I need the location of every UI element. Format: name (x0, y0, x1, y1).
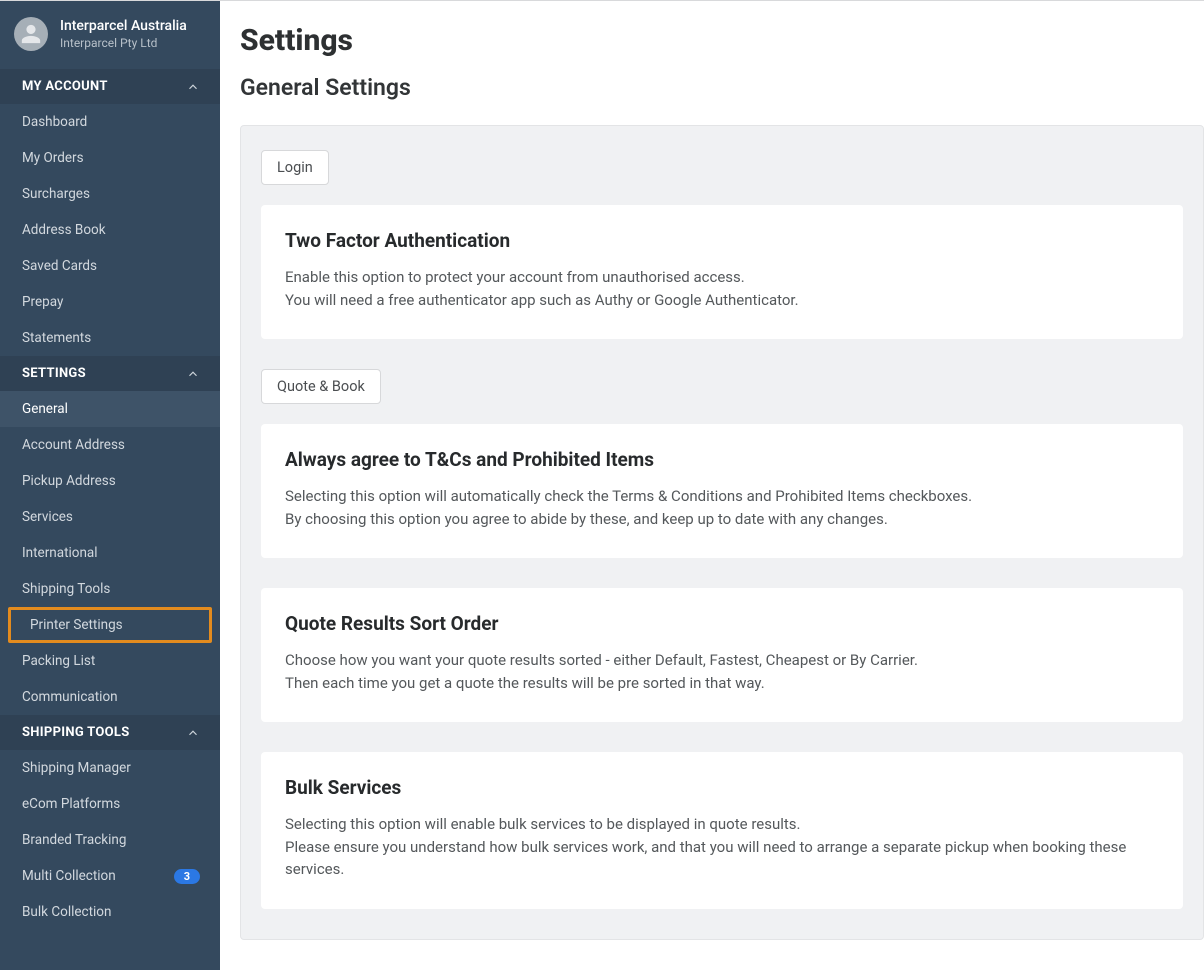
card-title: Bulk Services (285, 776, 1159, 799)
count-badge: 3 (174, 869, 200, 884)
card-text: Selecting this option will enable bulk s… (285, 813, 1159, 836)
sidebar-item-label: My Orders (22, 150, 84, 166)
sidebar-item-branded-tracking[interactable]: Branded Tracking (0, 822, 220, 858)
sidebar-item-bulk-collection[interactable]: Bulk Collection (0, 894, 220, 930)
card-text: Selecting this option will automatically… (285, 485, 1159, 508)
sidebar-item-label: Communication (22, 689, 118, 705)
sidebar-item-account-address[interactable]: Account Address (0, 427, 220, 463)
card-two-factor: Two Factor Authentication Enable this op… (261, 205, 1183, 339)
user-icon (20, 23, 42, 45)
profile-block[interactable]: Interparcel Australia Interparcel Pty Lt… (0, 1, 220, 69)
sidebar-item-label: Statements (22, 330, 91, 346)
sidebar-item-label: Address Book (22, 222, 106, 238)
sidebar-item-communication[interactable]: Communication (0, 679, 220, 715)
chevron-up-icon (186, 80, 200, 94)
sidebar-item-label: Saved Cards (22, 258, 97, 274)
sidebar-item-shipping-tools[interactable]: Shipping Tools (0, 571, 220, 607)
sidebar-item-label: Prepay (22, 294, 63, 310)
sidebar-item-label: Account Address (22, 437, 125, 453)
sidebar-item-label: Branded Tracking (22, 832, 126, 848)
sidebar-section-my-account[interactable]: MY ACCOUNT (0, 69, 220, 104)
sidebar-item-label: Pickup Address (22, 473, 116, 489)
card-text: Please ensure you understand how bulk se… (285, 836, 1159, 881)
sidebar-item-label: International (22, 545, 98, 561)
sidebar-item-label: eCom Platforms (22, 796, 120, 812)
sidebar-item-statements[interactable]: Statements (0, 320, 220, 356)
sidebar-section-shipping-tools[interactable]: SHIPPING TOOLS (0, 715, 220, 750)
sidebar-item-label: Shipping Manager (22, 760, 131, 776)
sidebar-item-surcharges[interactable]: Surcharges (0, 176, 220, 212)
sidebar-item-label: General (22, 401, 68, 417)
page-title: Settings (220, 1, 1204, 68)
sidebar-item-label: Dashboard (22, 114, 87, 130)
section-label: SETTINGS (22, 366, 86, 381)
card-title: Always agree to T&Cs and Prohibited Item… (285, 448, 1159, 471)
sidebar: Interparcel Australia Interparcel Pty Lt… (0, 1, 220, 970)
sidebar-item-label: Multi Collection (22, 868, 116, 884)
sidebar-item-address-book[interactable]: Address Book (0, 212, 220, 248)
card-text: Choose how you want your quote results s… (285, 649, 1159, 672)
card-sort-order: Quote Results Sort Order Choose how you … (261, 588, 1183, 722)
sidebar-item-shipping-manager[interactable]: Shipping Manager (0, 750, 220, 786)
card-title: Quote Results Sort Order (285, 612, 1159, 635)
quote-book-pill-button[interactable]: Quote & Book (261, 369, 381, 404)
sidebar-item-services[interactable]: Services (0, 499, 220, 535)
main-content: Settings General Settings Login Two Fact… (220, 1, 1204, 970)
sidebar-item-pickup-address[interactable]: Pickup Address (0, 463, 220, 499)
sidebar-item-label: Bulk Collection (22, 904, 111, 920)
sidebar-item-my-orders[interactable]: My Orders (0, 140, 220, 176)
sidebar-item-saved-cards[interactable]: Saved Cards (0, 248, 220, 284)
section-label: MY ACCOUNT (22, 79, 108, 94)
card-agree-tcs: Always agree to T&Cs and Prohibited Item… (261, 424, 1183, 558)
sidebar-item-international[interactable]: International (0, 535, 220, 571)
card-text: By choosing this option you agree to abi… (285, 508, 1159, 531)
profile-name: Interparcel Australia (60, 18, 187, 34)
login-pill-button[interactable]: Login (261, 150, 329, 185)
sidebar-item-prepay[interactable]: Prepay (0, 284, 220, 320)
sidebar-item-multi-collection[interactable]: Multi Collection 3 (0, 858, 220, 894)
card-bulk-services: Bulk Services Selecting this option will… (261, 752, 1183, 909)
profile-org: Interparcel Pty Ltd (60, 36, 187, 50)
section-label: SHIPPING TOOLS (22, 725, 130, 740)
sidebar-item-packing-list[interactable]: Packing List (0, 643, 220, 679)
sidebar-item-printer-settings[interactable]: Printer Settings (8, 607, 212, 643)
sidebar-item-label: Packing List (22, 653, 95, 669)
sidebar-section-settings[interactable]: SETTINGS (0, 356, 220, 391)
sidebar-item-general[interactable]: General (0, 391, 220, 427)
sidebar-item-ecom-platforms[interactable]: eCom Platforms (0, 786, 220, 822)
sidebar-item-label: Shipping Tools (22, 581, 110, 597)
card-text: Then each time you get a quote the resul… (285, 672, 1159, 695)
sidebar-item-label: Services (22, 509, 73, 525)
page-subtitle: General Settings (220, 68, 1204, 125)
chevron-up-icon (186, 726, 200, 740)
card-text: You will need a free authenticator app s… (285, 289, 1159, 312)
sidebar-item-dashboard[interactable]: Dashboard (0, 104, 220, 140)
settings-panel: Login Two Factor Authentication Enable t… (240, 125, 1204, 940)
card-text: Enable this option to protect your accou… (285, 266, 1159, 289)
card-title: Two Factor Authentication (285, 229, 1159, 252)
chevron-up-icon (186, 367, 200, 381)
avatar (14, 17, 48, 51)
sidebar-item-label: Printer Settings (30, 617, 123, 633)
sidebar-item-label: Surcharges (22, 186, 90, 202)
